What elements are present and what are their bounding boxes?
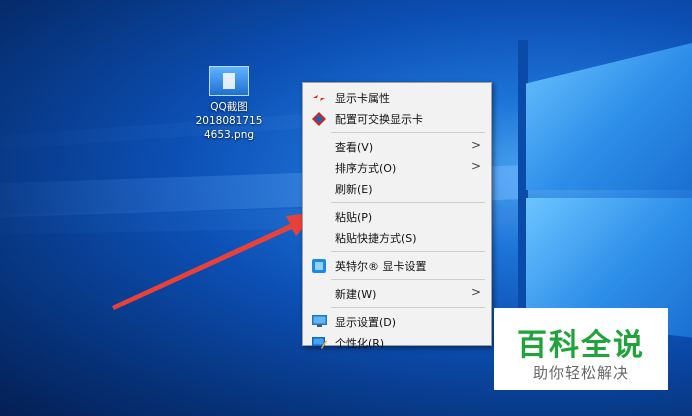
display-settings-icon — [311, 314, 327, 329]
menu-item-switchable-graphics[interactable]: 配置可交换显示卡 — [303, 108, 491, 129]
menu-item-paste-shortcut[interactable]: 粘贴快捷方式(S) — [303, 227, 491, 248]
menu-item-label: 显示设置(D) — [335, 315, 397, 329]
windows-logo-pane — [526, 42, 692, 190]
menu-separator — [331, 279, 485, 280]
menu-item-refresh[interactable]: 刷新(E) — [303, 178, 491, 199]
intel-graphics-icon — [311, 258, 327, 273]
menu-item-label: 刷新(E) — [335, 182, 373, 196]
menu-separator — [331, 307, 485, 308]
menu-item-paste[interactable]: 粘贴(P) — [303, 206, 491, 227]
desktop-file-label-line: 2018081715 — [195, 115, 263, 127]
annotation-arrow-shape — [112, 212, 318, 310]
menu-item-label: 个性化(R) — [335, 336, 385, 350]
submenu-chevron-icon: > — [470, 138, 481, 152]
menu-item-sort-by[interactable]: 排序方式(O) > — [303, 157, 491, 178]
desktop-context-menu: 显示卡属性 配置可交换显示卡 查看(V) > 排序方式(O) > 刷新(E) 粘… — [302, 82, 492, 350]
menu-item-display-settings[interactable]: 显示设置(D) — [303, 311, 491, 332]
menu-separator — [331, 202, 485, 203]
menu-item-new[interactable]: 新建(W) > — [303, 283, 491, 304]
submenu-chevron-icon: > — [470, 159, 481, 173]
menu-item-label: 英特尔® 显卡设置 — [335, 259, 427, 273]
menu-item-label: 粘贴(P) — [335, 210, 373, 224]
menu-separator — [331, 251, 485, 252]
menu-item-graphics-properties[interactable]: 显示卡属性 — [303, 87, 491, 108]
desktop-file-icon[interactable]: QQ截图 2018081715 4653.png — [190, 66, 268, 142]
menu-item-label: 排序方式(O) — [335, 161, 397, 175]
watermark-subtitle: 助你轻松解决 — [532, 364, 629, 382]
menu-separator — [331, 132, 485, 133]
watermark-title: 百科全说 — [517, 328, 645, 363]
menu-item-label: 配置可交换显示卡 — [335, 112, 423, 126]
graphics-properties-icon — [311, 90, 327, 105]
desktop-file-label-line: QQ截图 — [210, 101, 248, 113]
desktop-file-label-line: 4653.png — [203, 129, 255, 141]
menu-item-label: 新建(W) — [335, 287, 377, 301]
submenu-chevron-icon: > — [470, 285, 481, 299]
image-file-icon — [209, 66, 249, 96]
personalize-icon — [311, 335, 327, 350]
menu-item-personalize[interactable]: 个性化(R) — [303, 332, 491, 353]
menu-item-view[interactable]: 查看(V) > — [303, 136, 491, 157]
menu-item-label: 粘贴快捷方式(S) — [335, 231, 417, 245]
menu-item-label: 查看(V) — [335, 140, 374, 154]
menu-item-label: 显示卡属性 — [335, 91, 390, 105]
menu-item-intel-graphics-settings[interactable]: 英特尔® 显卡设置 — [303, 255, 491, 276]
switchable-graphics-icon — [311, 111, 327, 126]
watermark-logo: 百科全说 助你轻松解决 — [494, 308, 668, 390]
